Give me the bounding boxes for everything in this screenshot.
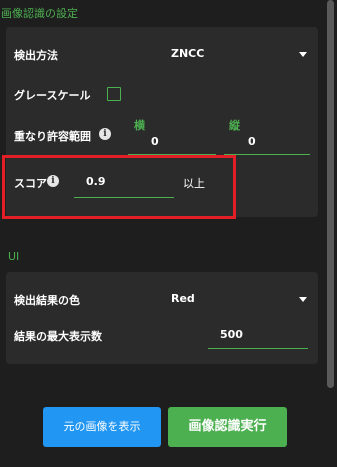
grayscale-checkbox[interactable] bbox=[107, 87, 121, 101]
max-results-input[interactable]: 500 bbox=[220, 328, 243, 341]
section-title-ui: UI bbox=[8, 250, 20, 263]
max-results-input-underline bbox=[208, 348, 308, 349]
horizontal-input[interactable]: 0 bbox=[151, 135, 159, 148]
detection-method-label: 検出方法 bbox=[14, 49, 58, 62]
info-icon[interactable]: i bbox=[99, 128, 111, 140]
chevron-down-icon bbox=[299, 297, 307, 302]
result-color-label: 検出結果の色 bbox=[14, 294, 80, 307]
vertical-label: 縦 bbox=[229, 119, 240, 132]
vertical-input[interactable]: 0 bbox=[248, 135, 256, 148]
result-color-select[interactable]: Red bbox=[164, 286, 312, 312]
detection-method-select[interactable]: ZNCC bbox=[164, 41, 312, 67]
ui-settings-panel: 検出結果の色 Red 結果の最大表示数 500 bbox=[6, 272, 318, 364]
detection-method-value: ZNCC bbox=[171, 47, 205, 60]
overlap-tolerance-label: 重なり許容範囲 bbox=[14, 130, 91, 143]
score-highlight-box bbox=[2, 155, 236, 219]
vertical-input-underline bbox=[224, 154, 310, 155]
run-recognition-button[interactable]: 画像認識実行 bbox=[168, 407, 287, 447]
chevron-down-icon bbox=[299, 52, 307, 57]
result-color-value: Red bbox=[171, 292, 195, 305]
horizontal-label: 横 bbox=[134, 119, 145, 132]
max-results-label: 結果の最大表示数 bbox=[14, 330, 102, 343]
scrollbar-thumb[interactable] bbox=[327, 0, 334, 388]
section-title-recognition: 画像認識の設定 bbox=[1, 7, 78, 20]
show-original-button[interactable]: 元の画像を表示 bbox=[43, 407, 161, 447]
grayscale-label: グレースケール bbox=[14, 89, 91, 102]
